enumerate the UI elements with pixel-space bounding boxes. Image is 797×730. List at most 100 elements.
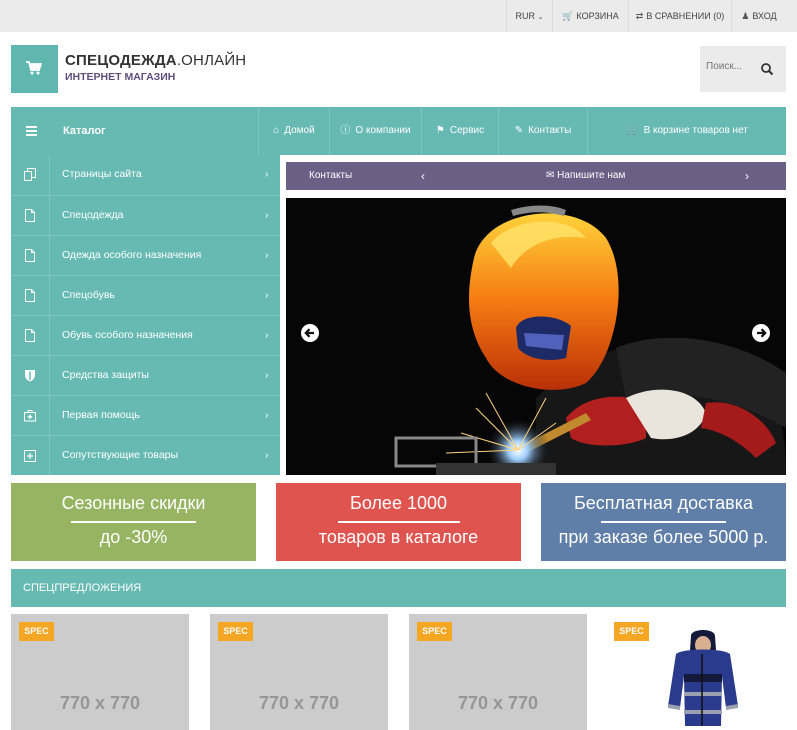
chevron-right-icon: › xyxy=(265,210,269,221)
cart-icon: 🛒 xyxy=(626,125,639,136)
chevron-right-icon[interactable]: › xyxy=(745,162,749,190)
promo-title: Бесплатная доставка xyxy=(573,493,754,513)
winter-jacket-image xyxy=(668,630,738,726)
sidebar-item-label: Спецодежда xyxy=(62,209,124,221)
document-icon xyxy=(25,329,35,342)
image-placeholder: 770 x 770 xyxy=(258,693,340,713)
arrow-left-icon xyxy=(304,328,314,338)
promo-subtitle: товаров в каталоге xyxy=(318,527,479,547)
sidebar-item-special-clothing[interactable]: Одежда особого назначения › xyxy=(11,235,280,275)
chevron-right-icon: › xyxy=(265,290,269,301)
chevron-right-icon: › xyxy=(265,450,269,461)
promo-delivery[interactable]: Бесплатная доставка при заказе более 500… xyxy=(541,483,786,561)
document-icon xyxy=(25,289,35,302)
brand-tagline: ИНТЕРНЕТ МАГАЗИН xyxy=(65,71,176,83)
chevron-left-icon[interactable]: ‹ xyxy=(421,162,425,190)
currency-label: RUR xyxy=(515,11,536,21)
nav-contacts-label: Контакты xyxy=(528,125,572,136)
logo[interactable] xyxy=(11,45,58,93)
menu-icon[interactable] xyxy=(26,126,37,136)
plus-square-icon xyxy=(24,450,36,462)
login-link[interactable]: ♟ ВХОД xyxy=(731,0,786,32)
compare-label: В СРАВНЕНИИ (0) xyxy=(646,11,725,21)
sidebar-item-pages[interactable]: Страницы сайта › xyxy=(11,155,280,195)
search-input[interactable] xyxy=(706,61,756,72)
nav-service-label: Сервис xyxy=(449,125,485,136)
chevron-right-icon: › xyxy=(265,250,269,261)
chevron-right-icon: › xyxy=(265,370,269,381)
document-icon xyxy=(25,249,35,262)
catalog-sidebar: Страницы сайта › Спецодежда › Одежда осо… xyxy=(11,155,280,475)
chevron-right-icon: › xyxy=(265,410,269,421)
promo-title: Более 1000 xyxy=(350,493,447,513)
image-placeholder: 770 x 770 xyxy=(59,693,141,713)
sidebar-item-label: Одежда особого назначения xyxy=(62,249,202,261)
chevron-right-icon: › xyxy=(265,330,269,341)
main-nav: Каталог ⌂ Домой ⓘ О компании ⚑ Сервис ✎ Конт… xyxy=(11,107,786,155)
cart-link[interactable]: 🛒 КОРЗИНА xyxy=(552,0,628,32)
edit-icon: ✎ xyxy=(514,125,524,136)
nav-cart-label: В корзине товаров нет xyxy=(643,125,748,136)
hero-slide-image xyxy=(286,198,786,475)
currency-selector[interactable]: RUR ⌄ xyxy=(506,0,552,32)
document-icon xyxy=(25,209,35,222)
hero-prev-button[interactable] xyxy=(301,324,319,342)
catalog-toggle[interactable]: Каталог xyxy=(63,107,106,155)
compare-icon: ⇄ xyxy=(635,11,644,21)
special-offers-title: СПЕЦПРЕДЛОЖЕНИЯ xyxy=(23,582,142,594)
sidebar-item-label: Страницы сайта xyxy=(62,168,142,180)
promo-catalog[interactable]: Более 1000 товаров в каталоге xyxy=(276,483,521,561)
nav-home-label: Домой xyxy=(284,125,315,136)
spec-badge: SPEC xyxy=(417,622,452,641)
promo-subtitle: при заказе более 5000 р. xyxy=(558,527,769,547)
sidebar-item-workshoes[interactable]: Спецобувь › xyxy=(11,275,280,315)
sidebar-item-related[interactable]: Сопутствующие товары › xyxy=(11,435,280,475)
image-placeholder: 770 x 770 xyxy=(457,693,539,713)
promo-discounts[interactable]: Сезонные скидки до -30% xyxy=(11,483,256,561)
info-icon: ⓘ xyxy=(340,125,351,136)
nav-about[interactable]: ⓘ О компании xyxy=(329,107,421,155)
product-card[interactable]: SPEC 770 x 770 xyxy=(210,614,388,730)
sidebar-item-label: Обувь особого назначения xyxy=(62,329,193,341)
sidebar-item-label: Спецобувь xyxy=(62,289,115,301)
nav-home[interactable]: ⌂ Домой xyxy=(258,107,329,155)
slider-contacts-link[interactable]: Контакты xyxy=(309,162,352,190)
search-icon[interactable] xyxy=(760,62,774,76)
brand-name[interactable]: СПЕЦОДЕЖДА.ОНЛАЙН xyxy=(65,52,246,69)
login-label: ВХОД xyxy=(752,11,777,21)
welder-illustration xyxy=(286,198,786,475)
brand-suffix: .ОНЛАЙН xyxy=(176,52,247,69)
slider-header: Контакты ‹ ✉ Напишите нам › xyxy=(286,162,786,190)
megaphone-icon: ⚑ xyxy=(435,125,445,136)
nav-cart-status[interactable]: 🛒 В корзине товаров нет xyxy=(587,107,786,155)
spec-badge: SPEC xyxy=(218,622,253,641)
envelope-icon: ✉ xyxy=(546,170,555,181)
product-card[interactable]: SPEC xyxy=(608,614,786,730)
product-card[interactable]: SPEC 770 x 770 xyxy=(11,614,189,730)
medkit-icon xyxy=(24,410,36,422)
cart-icon: 🛒 xyxy=(562,11,574,21)
sidebar-item-special-shoes[interactable]: Обувь особого назначения › xyxy=(11,315,280,355)
compare-link[interactable]: ⇄ В СРАВНЕНИИ (0) xyxy=(628,0,731,32)
nav-service[interactable]: ⚑ Сервис xyxy=(421,107,498,155)
sidebar-item-workwear[interactable]: Спецодежда › xyxy=(11,195,280,235)
special-offers-header: СПЕЦПРЕДЛОЖЕНИЯ xyxy=(11,569,786,607)
nav-about-label: О компании xyxy=(355,125,411,136)
brand-main: СПЕЦОДЕЖДА xyxy=(65,52,177,69)
hero-next-button[interactable] xyxy=(752,324,770,342)
cart-label: КОРЗИНА xyxy=(576,11,619,21)
promo-subtitle: до -30% xyxy=(99,527,168,547)
user-icon: ♟ xyxy=(741,11,750,21)
write-us-link[interactable]: ✉ Напишите нам xyxy=(546,162,625,190)
product-card[interactable]: SPEC 770 x 770 xyxy=(409,614,587,730)
arrow-right-icon xyxy=(757,328,767,338)
nav-contacts[interactable]: ✎ Контакты xyxy=(498,107,587,155)
sidebar-item-first-aid[interactable]: Первая помощь › xyxy=(11,395,280,435)
shield-icon xyxy=(25,370,35,382)
top-bar: RUR ⌄ 🛒 КОРЗИНА ⇄ В СРАВНЕНИИ (0) ♟ ВХОД xyxy=(0,0,797,32)
sidebar-item-label: Сопутствующие товары xyxy=(62,449,179,461)
sidebar-item-protection[interactable]: Средства защиты › xyxy=(11,355,280,395)
spec-badge: SPEC xyxy=(614,622,649,641)
sidebar-item-label: Средства защиты xyxy=(62,369,149,381)
sidebar-item-label: Первая помощь xyxy=(62,409,140,421)
